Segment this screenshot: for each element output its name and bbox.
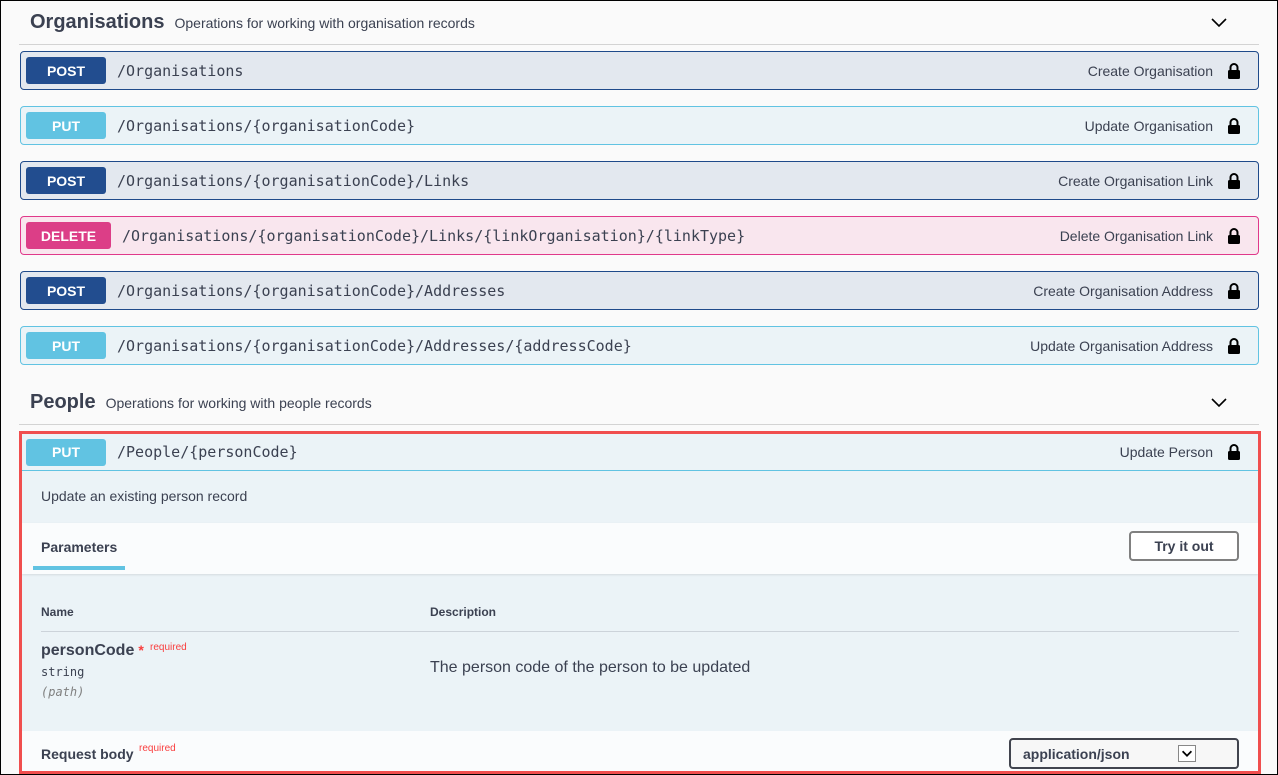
operation-row[interactable]: PUT /People/{personCode} Update Person: [22, 434, 1258, 471]
tag-title: People: [30, 391, 96, 413]
operation-path: /Organisations/{organisationCode}/Links: [117, 171, 470, 190]
method-badge: PUT: [26, 332, 106, 359]
operation-summary: Create Organisation Address: [1033, 282, 1213, 299]
operation-path: /Organisations: [117, 61, 244, 80]
operation-summary: Update Organisation Address: [1030, 337, 1213, 354]
parameter-name-text: personCode: [41, 642, 135, 659]
operation-description: Update an existing person record: [41, 488, 248, 504]
chevron-down-icon[interactable]: [1209, 13, 1229, 33]
operation-path: /Organisations/{organisationCode}: [117, 116, 416, 135]
operation-path: /Organisations/{organisationCode}/Addres…: [117, 336, 632, 355]
lock-icon[interactable]: [1227, 172, 1241, 190]
parameters-table: Name Description personCode * required st…: [22, 574, 1258, 731]
operation-summary: Update Person: [1119, 444, 1213, 460]
operation-row[interactable]: DELETE /Organisations/{organisationCode}…: [20, 216, 1259, 255]
method-badge: POST: [26, 57, 106, 84]
lock-icon[interactable]: [1227, 62, 1241, 80]
lock-icon[interactable]: [1227, 443, 1241, 461]
column-header-name: Name: [41, 605, 74, 619]
method-badge: POST: [26, 277, 106, 304]
chevron-down-icon[interactable]: [1178, 745, 1196, 762]
tag-title: Organisations: [30, 11, 165, 33]
operation-summary: Delete Organisation Link: [1059, 227, 1213, 244]
method-badge: DELETE: [26, 222, 111, 249]
operation-summary: Create Organisation Link: [1058, 172, 1213, 189]
required-star: *: [138, 642, 144, 658]
content-type-value: application/json: [1023, 745, 1130, 762]
parameter-name: personCode *: [41, 642, 144, 660]
request-body-label: Request body: [41, 746, 134, 762]
parameter-location: (path): [41, 685, 85, 699]
expanded-operation-update-person: PUT /People/{personCode} Update Person U…: [19, 431, 1261, 774]
chevron-down-icon[interactable]: [1209, 393, 1229, 413]
active-tab-indicator: [33, 566, 125, 570]
lock-icon[interactable]: [1227, 282, 1241, 300]
operation-path: /Organisations/{organisationCode}/Addres…: [117, 281, 506, 300]
tab-parameters[interactable]: Parameters: [41, 539, 117, 555]
operation-path: /People/{personCode}: [117, 443, 298, 461]
operation-row[interactable]: PUT /Organisations/{organisationCode}/Ad…: [20, 326, 1259, 365]
tag-header-organisations[interactable]: Organisations Operations for working wit…: [19, 1, 1259, 45]
operation-row[interactable]: POST /Organisations/{organisationCode}/A…: [20, 271, 1259, 310]
parameter-description: The person code of the person to be upda…: [430, 659, 751, 676]
parameter-type: string: [41, 665, 85, 679]
request-body-section: Request body required application/json: [22, 731, 1258, 771]
lock-icon[interactable]: [1227, 337, 1241, 355]
method-badge: PUT: [26, 438, 106, 466]
tag-header-people[interactable]: People Operations for working with peopl…: [19, 381, 1259, 425]
required-label: required: [150, 642, 187, 653]
operation-summary: Create Organisation: [1087, 62, 1213, 79]
content-type-select[interactable]: application/json: [1009, 738, 1239, 769]
try-it-out-button[interactable]: Try it out: [1129, 531, 1239, 561]
column-header-description: Description: [430, 605, 497, 619]
lock-icon[interactable]: [1227, 227, 1241, 245]
operation-summary: Update Organisation: [1084, 117, 1213, 134]
lock-icon[interactable]: [1227, 117, 1241, 135]
tag-description: Operations for working with people recor…: [105, 394, 372, 411]
parameters-bar: Parameters Try it out: [22, 523, 1258, 574]
operation-row[interactable]: POST /Organisations/{organisationCode}/L…: [20, 161, 1259, 200]
operation-row[interactable]: POST /Organisations Create Organisation: [20, 51, 1259, 90]
operation-row[interactable]: PUT /Organisations/{organisationCode} Up…: [20, 106, 1259, 145]
required-label: required: [139, 743, 176, 754]
header-divider: [41, 631, 1239, 632]
method-badge: PUT: [26, 112, 106, 139]
tag-description: Operations for working with organisation…: [174, 14, 475, 31]
operation-path: /Organisations/{organisationCode}/Links/…: [122, 226, 746, 245]
method-badge: POST: [26, 167, 106, 194]
